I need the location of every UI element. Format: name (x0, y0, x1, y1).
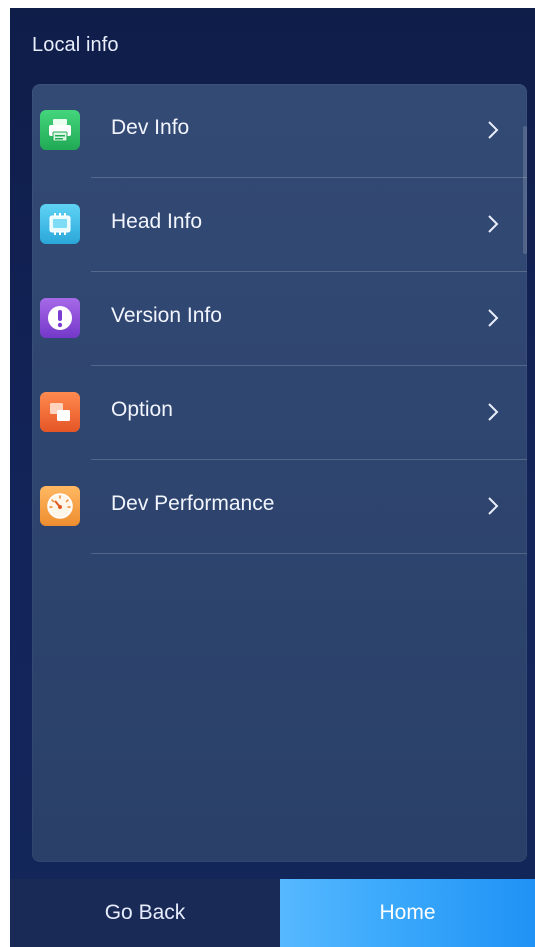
exclamation-icon (40, 298, 80, 338)
page-title: Local info (32, 34, 119, 56)
menu-item-label: Version Info (111, 304, 222, 327)
chevron-right-icon (488, 309, 499, 327)
chevron-right-icon (488, 215, 499, 233)
chevron-right-icon (488, 403, 499, 421)
menu-item-version-info[interactable]: Version Info (32, 272, 527, 366)
menu-panel[interactable]: Dev Info Head Info Version Info Option D… (32, 84, 527, 862)
menu-item-label: Dev Info (111, 116, 190, 139)
divider (91, 553, 527, 554)
device-screen: Local info Dev Info Head Info Version In… (10, 8, 535, 947)
menu-item-label: Option (111, 398, 173, 421)
bottom-bar: Go Back Home (10, 879, 535, 947)
layers-icon (40, 392, 80, 432)
gauge-icon (40, 486, 80, 526)
home-button[interactable]: Home (280, 879, 535, 947)
menu-item-dev-performance[interactable]: Dev Performance (32, 460, 527, 554)
chevron-right-icon (488, 121, 499, 139)
screen: Local info Dev Info Head Info Version In… (0, 0, 535, 947)
menu-item-dev-info[interactable]: Dev Info (32, 84, 527, 178)
menu-item-label: Head Info (111, 210, 203, 233)
go-back-button[interactable]: Go Back (10, 879, 280, 947)
menu-item-option[interactable]: Option (32, 366, 527, 460)
menu-item-head-info[interactable]: Head Info (32, 178, 527, 272)
print-head-icon (40, 204, 80, 244)
printer-icon (40, 110, 80, 150)
header: Local info (10, 8, 535, 84)
menu-item-label: Dev Performance (111, 492, 275, 515)
chevron-right-icon (488, 497, 499, 515)
